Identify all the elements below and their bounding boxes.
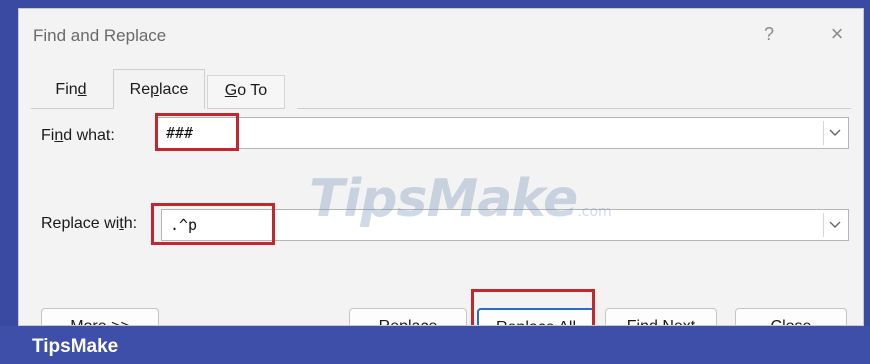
tab-replace[interactable]: Replace (113, 69, 205, 109)
find-next-button[interactable]: Find Next (605, 308, 717, 325)
tab-replace-accesskey: p (150, 81, 159, 98)
find-dropdown-button[interactable] (823, 121, 846, 145)
find-what-value[interactable]: ### (166, 124, 193, 142)
find-label-text: Fi (41, 127, 55, 144)
tab-strip: Find Replace Go To (31, 69, 851, 109)
find-label-accesskey: n (54, 127, 64, 144)
more-button[interactable]: More >> (41, 308, 159, 325)
tab-find-accesskey: d (77, 81, 87, 98)
tab-goto-accesskey: G (224, 82, 238, 99)
close-icon[interactable]: × (825, 21, 849, 47)
chevron-down-icon (829, 129, 841, 136)
tab-goto-label-end: o To (237, 82, 268, 99)
footer-bar: TipsMake (0, 326, 870, 364)
close-button[interactable]: Close (735, 308, 847, 325)
help-button[interactable]: ? (759, 21, 779, 47)
find-replace-dialog: Find and Replace ? × Find Replace Go To … (18, 8, 864, 326)
find-what-input[interactable]: ### (157, 117, 849, 149)
tab-find-label: Fin (55, 81, 78, 98)
replace-with-label: Replace with: (41, 215, 137, 233)
tab-replace-label: Re (129, 81, 151, 98)
tab-replace-label-end: lace (159, 81, 189, 98)
find-what-label: Find what: (41, 127, 115, 145)
title-bar: Find and Replace ? × (19, 9, 863, 59)
replace-label-text: Replace wi (41, 215, 120, 232)
replace-button[interactable]: Replace (349, 308, 467, 325)
tab-find[interactable]: Find (33, 75, 109, 109)
replace-label-text-end: h: (123, 215, 138, 232)
chevron-down-icon (829, 221, 841, 228)
footer-brand: TipsMake (32, 336, 119, 357)
replace-dropdown-button[interactable] (823, 213, 846, 237)
find-label-text-end: d what: (63, 127, 115, 144)
dialog-title: Find and Replace (33, 26, 167, 45)
tab-divider (297, 108, 851, 109)
replace-with-input[interactable]: .^p (161, 209, 849, 241)
tab-goto[interactable]: Go To (207, 75, 285, 109)
replace-all-button[interactable]: Replace All (477, 308, 595, 325)
replace-with-value[interactable]: .^p (170, 216, 197, 234)
